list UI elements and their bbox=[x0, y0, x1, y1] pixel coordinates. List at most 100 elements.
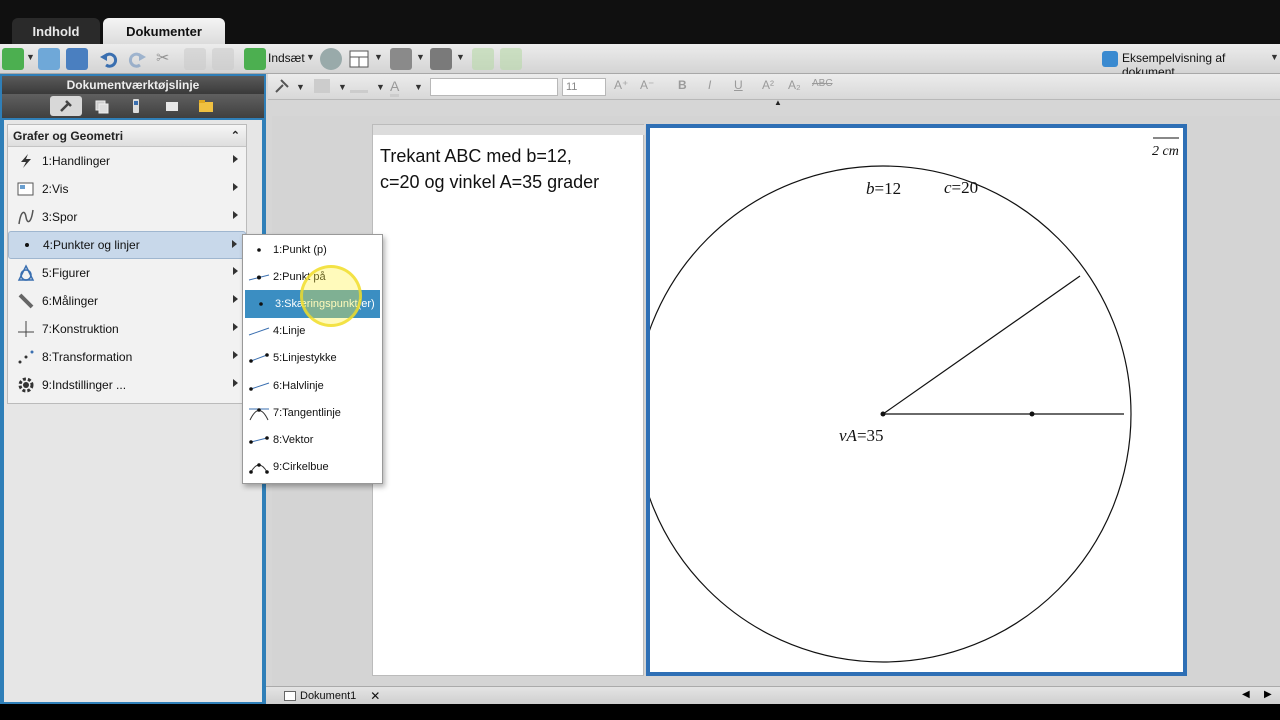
chevron-right-icon bbox=[233, 267, 238, 275]
chevron-down-icon[interactable]: ▼ bbox=[376, 82, 385, 92]
menu-item-transformation[interactable]: 8:Transformation bbox=[8, 343, 246, 371]
copy-icon[interactable] bbox=[184, 48, 206, 70]
submenu-item-ray[interactable]: 6:Halvlinje bbox=[243, 372, 382, 399]
document-tab[interactable]: Dokument1 ✕ bbox=[284, 688, 384, 704]
italic-button[interactable]: I bbox=[708, 78, 711, 92]
notes-text[interactable]: Trekant ABC med b=12, c=20 og vinkel A=3… bbox=[380, 143, 640, 195]
back-arrow-icon[interactable] bbox=[472, 48, 494, 70]
chevron-down-icon[interactable]: ▼ bbox=[414, 82, 423, 92]
chevron-down-icon[interactable]: ▼ bbox=[416, 52, 425, 62]
attributes-icon[interactable] bbox=[274, 78, 290, 99]
chevron-down-icon[interactable]: ▼ bbox=[374, 52, 383, 62]
chevron-down-icon[interactable]: ▼ bbox=[338, 82, 347, 92]
paste-icon[interactable] bbox=[212, 48, 234, 70]
menu-item-shapes[interactable]: 5:Figurer bbox=[8, 259, 246, 287]
chevron-right-icon bbox=[233, 211, 238, 219]
submenu-item-label: 9:Cirkelbue bbox=[273, 461, 329, 474]
menu-item-view[interactable]: 2:Vis bbox=[8, 175, 246, 203]
menu-item-points-lines[interactable]: 4:Punkter og linjer bbox=[8, 231, 246, 259]
submenu-item-line[interactable]: 4:Linje bbox=[243, 318, 382, 345]
submenu-item-vector[interactable]: 8:Vektor bbox=[243, 426, 382, 453]
chevron-right-icon bbox=[232, 240, 237, 248]
submenu-item-segment[interactable]: 5:Linjestykke bbox=[243, 345, 382, 372]
panel-tab-bar bbox=[2, 94, 264, 118]
chevron-right-icon bbox=[233, 351, 238, 359]
text-color-icon[interactable]: A bbox=[390, 78, 400, 97]
geometry-canvas[interactable]: 2 cm b=12 c=20 vA=35 bbox=[650, 128, 1183, 672]
bold-button[interactable]: B bbox=[678, 78, 687, 92]
notes-header-strip bbox=[373, 125, 645, 135]
angle-a-label[interactable]: vA=35 bbox=[839, 426, 884, 445]
submenu-item-point-on[interactable]: 2:Punkt på bbox=[243, 263, 382, 290]
tab-dokumenter[interactable]: Dokumenter bbox=[103, 18, 225, 44]
vertex-point-a[interactable] bbox=[880, 411, 886, 417]
submenu-item-label: 6:Halvlinje bbox=[273, 379, 324, 392]
menu-item-trace[interactable]: 3:Spor bbox=[8, 203, 246, 231]
menu-item-measurements[interactable]: 6:Målinger bbox=[8, 287, 246, 315]
variable-icon[interactable] bbox=[320, 48, 342, 70]
tools-icon[interactable] bbox=[430, 48, 452, 70]
menu-item-settings[interactable]: 9:Indstillinger ... bbox=[8, 371, 246, 399]
strikethrough-button[interactable]: ABC bbox=[812, 78, 833, 89]
submenu-item-point[interactable]: 1:Punkt (p) bbox=[243, 236, 382, 263]
collapse-toolbar-icon[interactable]: ▲ bbox=[774, 98, 782, 107]
chevron-down-icon[interactable]: ▼ bbox=[26, 52, 35, 62]
forward-arrow-icon[interactable] bbox=[500, 48, 522, 70]
screenshot-icon[interactable] bbox=[390, 48, 412, 70]
content-tab[interactable] bbox=[190, 96, 222, 116]
grow-font-icon[interactable]: A⁺ bbox=[614, 78, 628, 92]
new-document-icon[interactable] bbox=[2, 48, 24, 70]
wrench-icon bbox=[60, 100, 72, 112]
menu-item-construction[interactable]: 7:Konstruktion bbox=[8, 315, 246, 343]
variable-c-label[interactable]: c=20 bbox=[944, 178, 978, 197]
redo-icon[interactable] bbox=[126, 48, 148, 70]
scroll-left-icon[interactable]: ◀ bbox=[1242, 689, 1250, 700]
submenu-item-arc[interactable]: 9:Cirkelbue bbox=[243, 454, 382, 481]
chevron-down-icon[interactable]: ▼ bbox=[1270, 52, 1279, 62]
page-sorter-tab[interactable] bbox=[86, 96, 118, 116]
ray-icon bbox=[247, 376, 271, 396]
variable-b-label[interactable]: b=12 bbox=[866, 179, 901, 198]
tab-indhold[interactable]: Indhold bbox=[12, 18, 100, 44]
collapse-icon[interactable]: ⌃ bbox=[231, 125, 240, 147]
ray-angled[interactable] bbox=[882, 275, 1081, 415]
submenu-item-intersection[interactable]: 3:Skæringspunkt(er) bbox=[245, 290, 380, 318]
menu-header[interactable]: Grafer og Geometri ⌃ bbox=[8, 125, 246, 147]
insert-icon[interactable] bbox=[244, 48, 266, 70]
emulator-tab[interactable] bbox=[120, 96, 152, 116]
fill-color-icon[interactable] bbox=[314, 79, 330, 93]
close-icon[interactable]: ✕ bbox=[370, 689, 380, 703]
save-icon[interactable] bbox=[66, 48, 88, 70]
page-layout-icon[interactable] bbox=[348, 48, 370, 70]
utilities-tab[interactable] bbox=[156, 96, 188, 116]
submenu-item-tangent[interactable]: 7:Tangentlinje bbox=[243, 399, 382, 426]
chevron-down-icon[interactable]: ▼ bbox=[306, 52, 315, 62]
cut-icon[interactable]: ✂ bbox=[156, 48, 178, 70]
scroll-right-icon[interactable]: ▶ bbox=[1264, 689, 1272, 700]
open-folder-icon[interactable] bbox=[38, 48, 60, 70]
superscript-button[interactable]: A² bbox=[762, 78, 774, 92]
chevron-down-icon[interactable]: ▼ bbox=[296, 82, 305, 92]
geometry-page[interactable]: 2 cm b=12 c=20 vA=35 bbox=[646, 124, 1187, 676]
insert-menu-label[interactable]: Indsæt bbox=[268, 51, 305, 65]
point-on-ray[interactable] bbox=[1029, 411, 1035, 417]
line-color-icon[interactable] bbox=[350, 79, 368, 93]
menu-item-label: 5:Figurer bbox=[42, 266, 91, 280]
font-family-select[interactable] bbox=[430, 78, 558, 96]
undo-icon[interactable] bbox=[98, 48, 120, 70]
underline-button[interactable]: U bbox=[734, 78, 743, 92]
chevron-down-icon[interactable]: ▼ bbox=[456, 52, 465, 62]
chevron-right-icon bbox=[233, 379, 238, 387]
transformation-icon bbox=[14, 347, 38, 367]
shrink-font-icon[interactable]: A⁻ bbox=[640, 78, 654, 92]
font-size-select[interactable]: 11 bbox=[562, 78, 606, 96]
submenu-item-label: 4:Linje bbox=[273, 325, 306, 338]
angle-a-value: =35 bbox=[857, 426, 884, 445]
menu-item-actions[interactable]: 1:Handlinger bbox=[8, 147, 246, 175]
menu-item-label: 9:Indstillinger ... bbox=[42, 378, 127, 392]
notes-page[interactable]: Trekant ABC med b=12, c=20 og vinkel A=3… bbox=[372, 124, 645, 676]
notes-line-2: c=20 og vinkel A=35 grader bbox=[380, 172, 600, 192]
submenu-item-label: 1:Punkt (p) bbox=[273, 243, 327, 256]
subscript-button[interactable]: A₂ bbox=[788, 78, 801, 92]
tools-tab[interactable] bbox=[50, 96, 82, 116]
